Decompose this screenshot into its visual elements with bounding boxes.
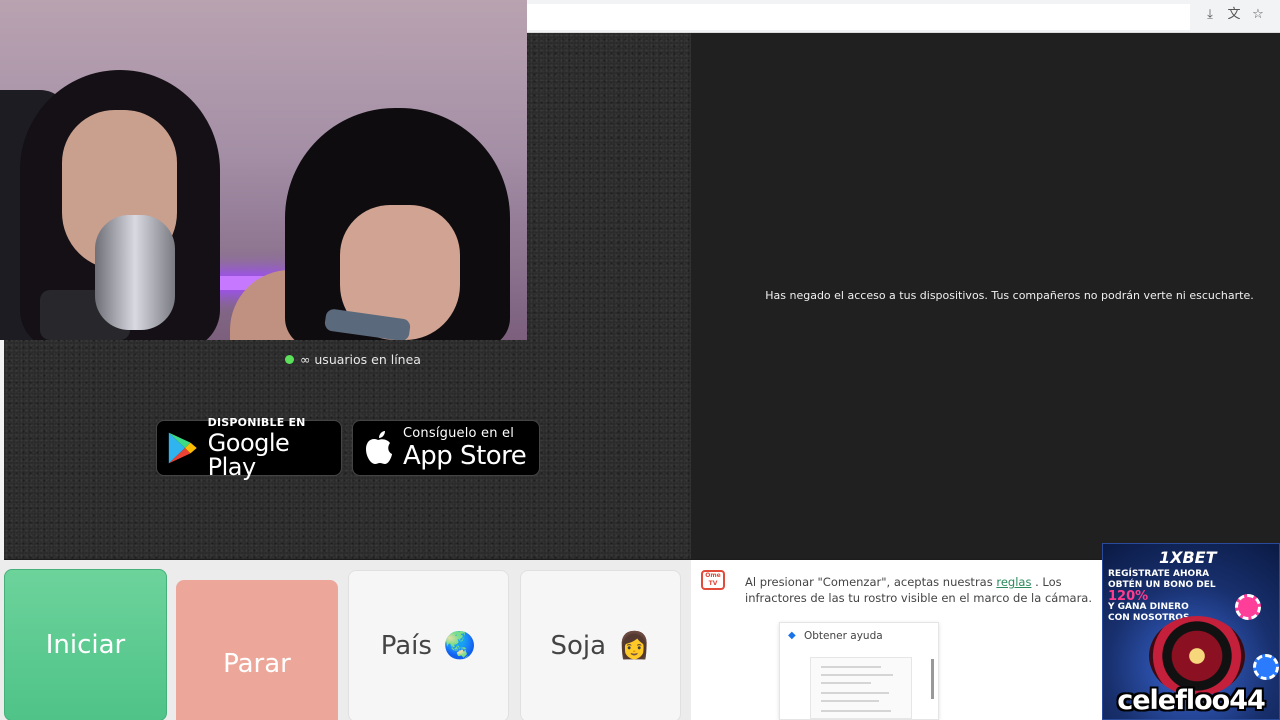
- rules-text-before: Al presionar "Comenzar", aceptas nuestra…: [745, 575, 997, 589]
- webcam-overlay: [0, 0, 527, 340]
- google-play-badge[interactable]: DISPONIBLE EN Google Play: [156, 416, 342, 481]
- stop-button[interactable]: Parar: [176, 580, 338, 720]
- online-users-indicator: ∞ usuarios en línea: [285, 352, 421, 367]
- control-bar: Iniciar Parar País 🌏 Soja 👩: [0, 560, 691, 720]
- ad-line-3: Y GANA DINERO: [1108, 602, 1189, 612]
- gender-select-button[interactable]: Soja 👩: [520, 570, 681, 720]
- help-popup[interactable]: ◆ Obtener ayuda: [779, 622, 939, 720]
- stop-button-label: Parar: [223, 649, 291, 679]
- apple-icon: [366, 431, 392, 464]
- streamer-name: celefloo44: [1117, 685, 1266, 716]
- ad-line-1: REGÍSTRATE AHORA: [1108, 569, 1210, 579]
- start-button-label: Iniciar: [45, 630, 126, 660]
- ad-percent: 120%: [1108, 589, 1149, 604]
- app-store-small-text: Consíguelo en el: [403, 426, 515, 441]
- address-bar[interactable]: [527, 4, 1190, 30]
- bookmark-star-icon[interactable]: ☆: [1250, 7, 1266, 23]
- rules-notice: Al presionar "Comenzar", aceptas nuestra…: [745, 574, 1115, 606]
- country-label: País: [380, 631, 432, 661]
- help-title: Obtener ayuda: [804, 630, 883, 642]
- casino-chip-icon: [1235, 594, 1261, 620]
- globe-icon: 🌏: [443, 631, 477, 661]
- translate-icon[interactable]: 文: [1226, 7, 1242, 23]
- online-users-text: ∞ usuarios en línea: [300, 352, 421, 367]
- device-denied-message: Has negado el acceso a tus dispositivos.…: [765, 289, 1254, 302]
- country-select-button[interactable]: País 🌏: [348, 570, 509, 720]
- start-button[interactable]: Iniciar: [4, 569, 167, 720]
- google-play-icon: [168, 432, 197, 464]
- google-play-small-text: DISPONIBLE EN: [207, 416, 306, 429]
- ad-brand: 1XBET: [1159, 548, 1217, 567]
- help-scrollbar[interactable]: [931, 659, 934, 699]
- ometv-logo-icon: Ome TV: [701, 570, 725, 590]
- app-store-big-text: App Store: [403, 441, 527, 471]
- left-edge-strip: [0, 340, 4, 560]
- browser-toolbar: ⤓ 文 ☆: [527, 0, 1280, 33]
- woman-icon: 👩: [618, 631, 651, 661]
- online-dot-icon: [285, 355, 294, 364]
- gender-label: Soja: [550, 631, 607, 661]
- google-play-big-text: Google Play: [207, 429, 290, 481]
- install-icon[interactable]: ⤓: [1202, 7, 1218, 23]
- help-document-preview: [810, 657, 912, 719]
- app-store-badge[interactable]: Consíguelo en el App Store: [352, 420, 540, 476]
- microphone: [95, 215, 175, 330]
- help-icon: ◆: [788, 630, 796, 641]
- rules-link[interactable]: reglas: [996, 575, 1031, 589]
- casino-ad-banner[interactable]: 1XBET REGÍSTRATE AHORA OBTÉN UN BONO DEL…: [1102, 543, 1280, 720]
- roulette-wheel-icon: [1149, 616, 1245, 696]
- remote-video-panel: Has negado el acceso a tus dispositivos.…: [691, 33, 1280, 559]
- casino-chip-icon: [1253, 654, 1279, 680]
